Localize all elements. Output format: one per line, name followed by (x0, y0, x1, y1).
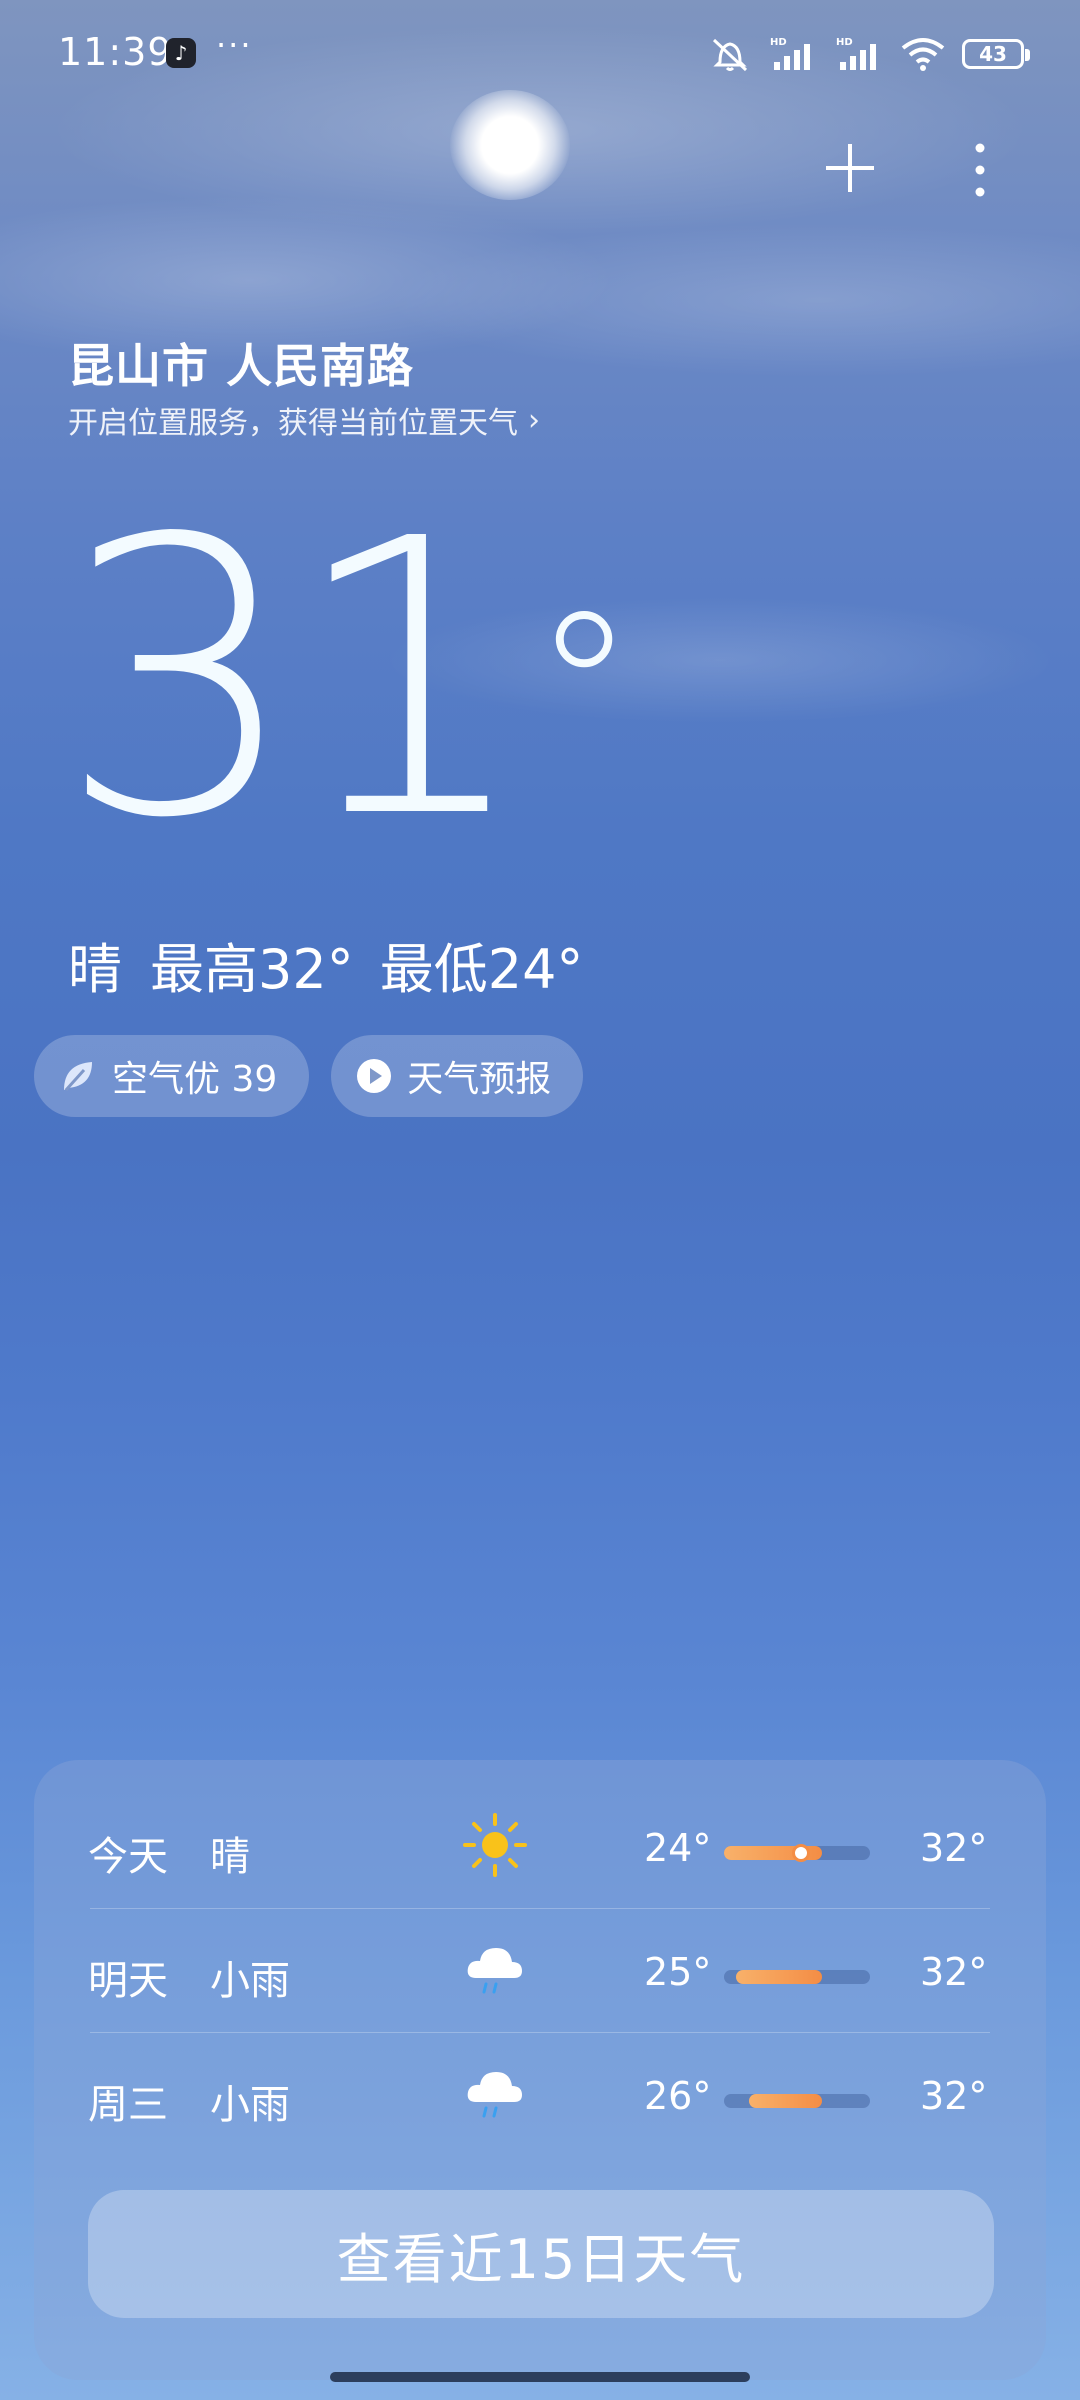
hd-signal-icon: HD (836, 37, 876, 70)
status-bar: 11:39 ♪ ··· HD HD 43 (0, 0, 1080, 110)
hd-signal-icon: HD (770, 37, 810, 70)
forecast-high: 32° (920, 2074, 988, 2118)
air-quality-label: 空气优 39 (112, 1059, 278, 1100)
temp-range-fill (735, 1970, 822, 1984)
forecast-condition: 晴 (210, 1834, 250, 1880)
forecast-low: 26° (644, 2074, 712, 2118)
more-notifications-icon: ··· (216, 26, 253, 64)
degree-symbol: ° (531, 567, 637, 812)
mute-icon (712, 38, 748, 72)
temp-range-track (724, 2094, 870, 2108)
forecast-low: 24° (644, 1826, 712, 1870)
play-icon (357, 1059, 392, 1093)
today-high: 最高32° (150, 938, 354, 1001)
forecast-condition: 小雨 (210, 1958, 290, 2004)
info-chips: 空气优 39 天气预报 (34, 1035, 584, 1117)
forecast-row-wednesday[interactable]: 周三 小雨 26° 32° (34, 2032, 1046, 2156)
forecast-low: 25° (644, 1950, 712, 1994)
forecast-day: 今天 (88, 1834, 168, 1880)
forecast-high: 32° (920, 1950, 988, 1994)
forecast-day: 明天 (88, 1958, 168, 2004)
forecast-high: 32° (920, 1826, 988, 1870)
wifi-icon (901, 38, 945, 71)
today-low: 最低24° (379, 938, 584, 1001)
forecast-condition: 小雨 (210, 2082, 290, 2128)
battery-level: 43 (979, 42, 1007, 66)
temp-range-track (724, 1970, 870, 1984)
current-temp-value: 31 (58, 458, 532, 901)
weather-forecast-video-chip[interactable]: 天气预报 (331, 1035, 584, 1117)
current-conditions: 晴 最高32° 最低24° (68, 925, 583, 1004)
add-city-button[interactable] (822, 140, 878, 196)
status-icons: HD HD 43 (708, 32, 1030, 76)
location-title: 昆山市 人民南路 (68, 339, 415, 393)
svg-text:HD: HD (836, 37, 853, 48)
location-hint-text: 开启位置服务，获得当前位置天气 (68, 406, 518, 441)
leaf-icon (64, 1062, 92, 1092)
home-indicator[interactable] (330, 2372, 750, 2382)
view-15-day-forecast-button[interactable]: 查看近15日天气 (88, 2190, 994, 2318)
temp-range-fill (748, 2094, 822, 2108)
battery-icon: 43 (962, 39, 1030, 69)
forecast-card: 今天 晴 24° 32° 明天 小雨 25° 32° 周三 小雨 26° 32°… (34, 1760, 1046, 2380)
forecast-day: 周三 (88, 2082, 168, 2128)
current-condition: 晴 (68, 938, 122, 1001)
temp-range-track (724, 1844, 870, 1862)
more-menu-button[interactable] (960, 140, 1000, 200)
rain-cloud-icon (467, 1948, 522, 1994)
chevron-right-icon: › (528, 402, 540, 438)
forecast-row-today[interactable]: 今天 晴 24° 32° (34, 1784, 1046, 1908)
status-time: 11:39 (58, 30, 173, 74)
svg-text:HD: HD (770, 37, 787, 48)
forecast-row-tomorrow[interactable]: 明天 小雨 25° 32° (34, 1908, 1046, 2032)
air-quality-chip[interactable]: 空气优 39 (34, 1035, 310, 1117)
weather-forecast-label: 天气预报 (407, 1059, 552, 1100)
tiktok-icon: ♪ (166, 38, 196, 68)
sun-icon (463, 1813, 527, 1877)
rain-cloud-icon (467, 2072, 522, 2118)
current-temperature: 31° (58, 490, 637, 870)
location-service-link[interactable]: 开启位置服务，获得当前位置天气 › (68, 398, 540, 442)
